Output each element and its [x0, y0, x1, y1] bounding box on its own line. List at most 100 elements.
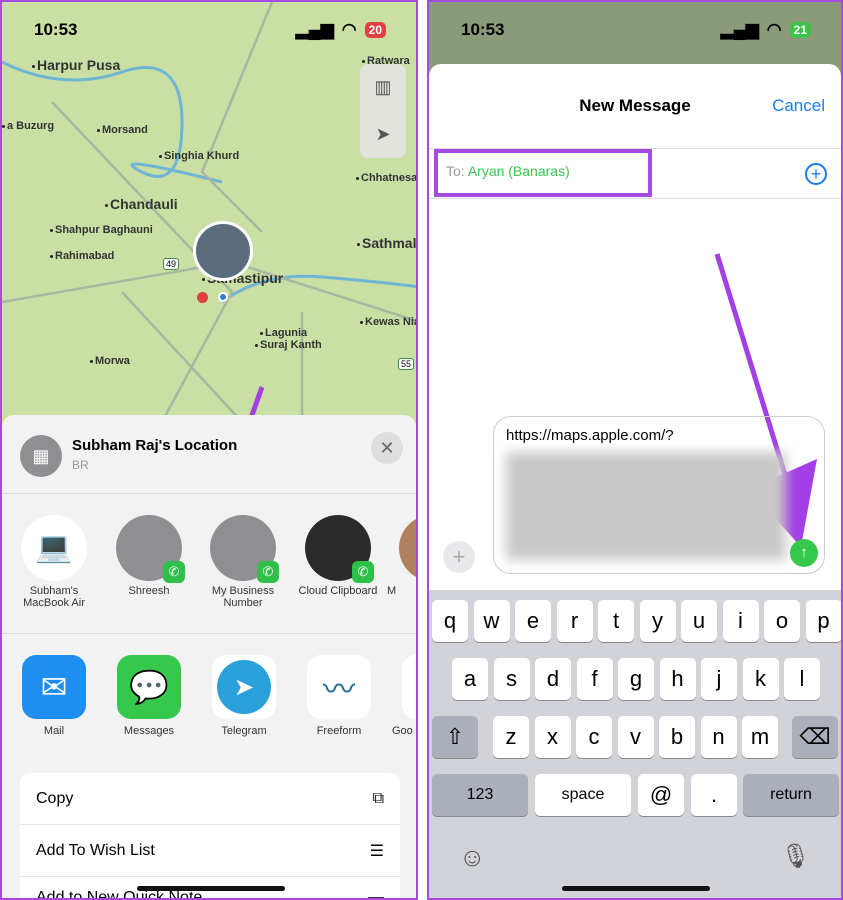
whatsapp-icon: ✆ — [352, 561, 374, 583]
laptop-icon: 💻 — [35, 531, 73, 564]
map-label: Kewas Nia — [360, 316, 416, 328]
highway-shield: 49 — [163, 258, 180, 270]
map-label: Rahimabad — [50, 250, 114, 262]
contact-target[interactable]: ✆ My Business Number — [198, 515, 288, 609]
key-m[interactable]: m — [742, 716, 778, 758]
wifi-icon: ◠ — [766, 20, 782, 39]
status-bar: 10:53 ▂▄▆ ◠ 21 — [461, 20, 811, 44]
blurred-text — [506, 452, 786, 560]
contact-target[interactable]: M — [387, 515, 416, 597]
note-icon: ▬ — [368, 889, 384, 900]
key-k[interactable]: k — [742, 658, 779, 700]
freeform-icon: 〰 — [307, 655, 371, 719]
backspace-key[interactable]: ⌫ — [792, 716, 838, 758]
key-x[interactable]: x — [534, 716, 571, 758]
key-r[interactable]: r — [556, 600, 593, 642]
pin-icon — [197, 292, 208, 303]
key-y[interactable]: y — [639, 600, 676, 642]
location-icon: ▦ — [20, 435, 62, 477]
status-bar: 10:53 ▂▄▆ ◠ 20 — [34, 20, 386, 44]
contact-target[interactable]: ✆ Cloud Clipboard — [293, 515, 383, 597]
divider — [429, 198, 841, 199]
key-s[interactable]: s — [493, 658, 530, 700]
to-field[interactable]: To: Aryan (Banaras) — [434, 149, 652, 197]
key-w[interactable]: w — [473, 600, 510, 642]
send-button[interactable]: ↑ — [790, 539, 818, 567]
home-indicator — [137, 886, 285, 891]
space-key[interactable]: space — [535, 774, 631, 816]
compose-sheet: New Message Cancel To: Aryan (Banaras) +… — [429, 64, 841, 898]
map-icon[interactable]: ▥ — [374, 77, 391, 98]
telegram-icon: ➤ — [217, 660, 271, 714]
app-mail[interactable]: ✉ Mail — [14, 655, 94, 737]
location-dot-icon — [218, 292, 228, 302]
share-sheet-screen: 10:53 ▂▄▆ ◠ 20 Harpur Pusa Ratwara a Buzur… — [0, 0, 418, 900]
map-label: Chandauli — [105, 196, 178, 212]
map-label: Lagunia — [260, 327, 307, 339]
share-title: Subham Raj's Location — [72, 437, 238, 454]
app-freeform[interactable]: 〰 Freeform — [299, 655, 379, 737]
home-indicator — [562, 886, 710, 891]
key-n[interactable]: n — [700, 716, 737, 758]
app-telegram[interactable]: ➤ Telegram — [204, 655, 284, 737]
user-avatar-pin[interactable] — [193, 221, 253, 281]
cancel-button[interactable]: Cancel — [772, 96, 825, 116]
key-a[interactable]: a — [452, 658, 488, 700]
microphone-icon[interactable]: 🎙 — [781, 842, 811, 871]
key-q[interactable]: q — [432, 600, 468, 642]
share-sheet: ▦ Subham Raj's Location BR ✕ 💻 Subham's M… — [2, 415, 416, 900]
key-o[interactable]: o — [764, 600, 800, 642]
apps-plus-button[interactable]: + — [443, 541, 475, 573]
key-t[interactable]: t — [598, 600, 634, 642]
app-more[interactable]: Goo — [392, 655, 416, 737]
key-j[interactable]: j — [701, 658, 737, 700]
at-key[interactable]: @ — [638, 774, 684, 816]
mail-icon: ✉ — [22, 655, 86, 719]
add-contact-icon[interactable]: + — [805, 163, 827, 185]
wifi-icon: ◠ — [341, 20, 357, 39]
key-h[interactable]: h — [659, 658, 696, 700]
map-label: Morwa — [90, 355, 130, 367]
key-c[interactable]: c — [576, 716, 612, 758]
whatsapp-icon: ✆ — [163, 561, 185, 583]
whatsapp-icon: ✆ — [257, 561, 279, 583]
key-g[interactable]: g — [618, 658, 654, 700]
map-label: Chhatnesa — [356, 172, 416, 184]
highway-shield: 55 — [398, 358, 415, 370]
key-z[interactable]: z — [493, 716, 529, 758]
key-b[interactable]: b — [659, 716, 695, 758]
signal-icon: ▂▄▆ — [295, 20, 334, 39]
location-arrow-icon[interactable]: ➤ — [375, 124, 390, 145]
key-v[interactable]: v — [617, 716, 654, 758]
shift-key[interactable]: ⇧ — [432, 716, 478, 758]
period-key[interactable]: . — [691, 774, 737, 816]
map-label: a Buzurg — [2, 120, 54, 132]
key-f[interactable]: f — [576, 658, 613, 700]
message-input[interactable]: https://maps.apple.com/? ↑ — [493, 416, 825, 574]
key-i[interactable]: i — [722, 600, 759, 642]
map-label: Morsand — [97, 124, 148, 136]
recipient-token[interactable]: Aryan (Banaras) — [468, 163, 570, 179]
close-button[interactable]: ✕ — [371, 432, 403, 464]
airdrop-target[interactable]: 💻 Subham's MacBook Air — [9, 515, 99, 609]
action-copy[interactable]: Copy ⧉ — [20, 773, 400, 825]
action-wish-list[interactable]: Add To Wish List ☰ — [20, 825, 400, 877]
numbers-key[interactable]: 123 — [432, 774, 528, 816]
copy-icon: ⧉ — [372, 789, 384, 807]
contact-target[interactable]: ✆ Shreesh — [104, 515, 194, 597]
checklist-icon: ☰ — [369, 842, 384, 860]
return-key[interactable]: return — [743, 774, 839, 816]
key-p[interactable]: p — [805, 600, 841, 642]
battery-indicator: 21 — [789, 22, 811, 38]
map-controls: ▥ ➤ — [360, 64, 406, 158]
key-e[interactable]: e — [515, 600, 551, 642]
key-l[interactable]: l — [784, 658, 820, 700]
message-text: https://maps.apple.com/? — [506, 427, 674, 444]
status-time: 10:53 — [461, 20, 505, 39]
key-d[interactable]: d — [535, 658, 571, 700]
map-label: Suraj Kanth — [255, 339, 322, 351]
signal-icon: ▂▄▆ — [720, 20, 759, 39]
emoji-icon[interactable]: ☺ — [459, 842, 486, 873]
key-u[interactable]: u — [681, 600, 717, 642]
app-messages[interactable]: 💬 Messages — [109, 655, 189, 737]
